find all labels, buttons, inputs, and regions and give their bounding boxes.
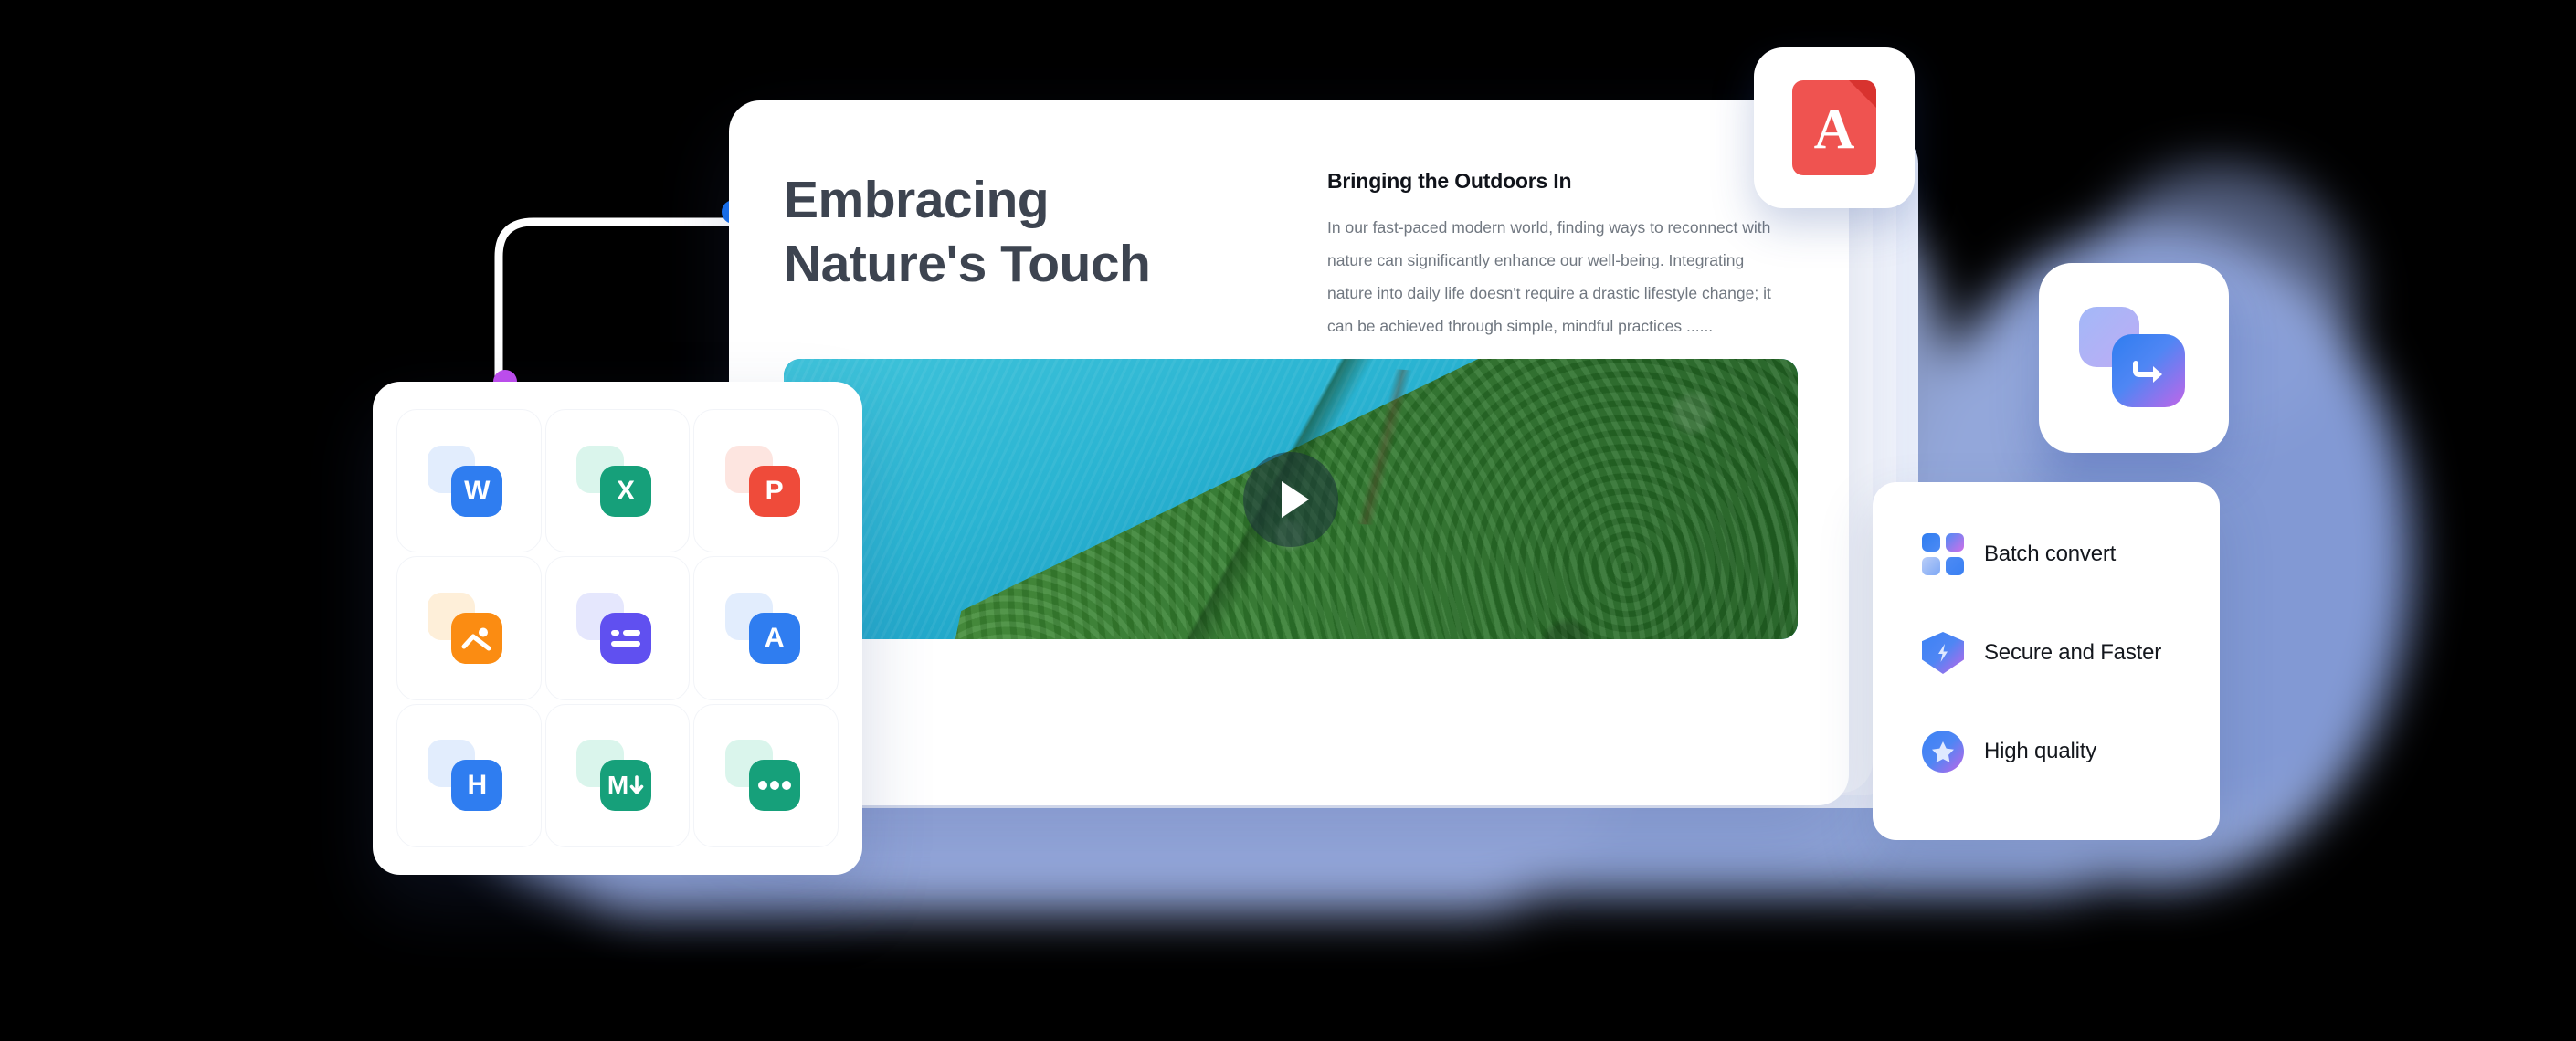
document-preview-card[interactable]: Embracing Nature's Touch Bringing the Ou… [729, 100, 1849, 805]
star-circle-icon [1922, 731, 1964, 773]
feature-row: Batch convert [1922, 533, 2220, 575]
a-file-icon: A [724, 592, 808, 664]
file-format-tile[interactable]: P [693, 409, 839, 553]
document-title: Embracing Nature's Touch [784, 171, 1151, 293]
text-file-icon [575, 592, 659, 664]
feature-row: Secure and Faster [1922, 632, 2220, 674]
excel-file-icon: X [575, 445, 659, 517]
pdf-file-card[interactable]: A [1750, 44, 1918, 212]
file-format-tile[interactable]: A [693, 556, 839, 700]
file-icon-front-square [451, 612, 503, 664]
image-file-icon [428, 592, 510, 664]
word-file-icon: W [428, 445, 510, 517]
file-format-tile[interactable] [544, 556, 691, 700]
document-body-text: In our fast-paced modern world, finding … [1327, 218, 1771, 335]
feature-label: Secure and Faster [1984, 640, 2162, 665]
file-format-tile[interactable]: H [396, 703, 542, 847]
more-formats-icon [724, 740, 808, 812]
hero-illustration: Embracing Nature's Touch Bringing the Ou… [0, 0, 2576, 1041]
feature-label: High quality [1984, 739, 2097, 763]
document-video-thumbnail[interactable] [784, 359, 1798, 639]
features-card: Batch convert Secure and Faster High quali… [1873, 482, 2220, 840]
file-icon-front-square [748, 760, 800, 812]
grid-squares-icon [1922, 533, 1964, 575]
convert-arrow-icon [2079, 307, 2189, 409]
file-icon-front-square: H [451, 760, 503, 812]
document-section-heading: Bringing the Outdoors In [1327, 169, 1572, 193]
play-icon[interactable] [1243, 451, 1338, 547]
file-icon-front-square: A [748, 612, 800, 664]
feature-row: High quality [1922, 731, 2220, 773]
file-format-tile[interactable]: W [396, 409, 542, 553]
file-icon-front-square: X [599, 465, 651, 517]
file-icon-front-square: M [599, 760, 651, 812]
file-format-tile[interactable]: M [544, 703, 691, 847]
pdf-file-icon: A [1792, 80, 1876, 175]
html-file-icon: H [428, 740, 510, 812]
markdown-file-icon: M [575, 740, 659, 812]
file-format-tile[interactable]: X [544, 409, 691, 553]
shield-lightning-icon [1922, 632, 1964, 674]
file-format-tile[interactable] [693, 703, 839, 847]
file-icon-front-square [599, 612, 651, 664]
file-format-tile[interactable] [396, 556, 542, 700]
file-formats-panel: W X P A H M [373, 382, 862, 875]
pdf-glyph-letter: A [1813, 99, 1855, 162]
file-icon-front-square: W [451, 465, 503, 517]
file-icon-front-square: P [748, 465, 800, 517]
feature-label: Batch convert [1984, 542, 2117, 566]
convert-card[interactable] [2039, 263, 2229, 453]
powerpoint-file-icon: P [724, 445, 808, 517]
